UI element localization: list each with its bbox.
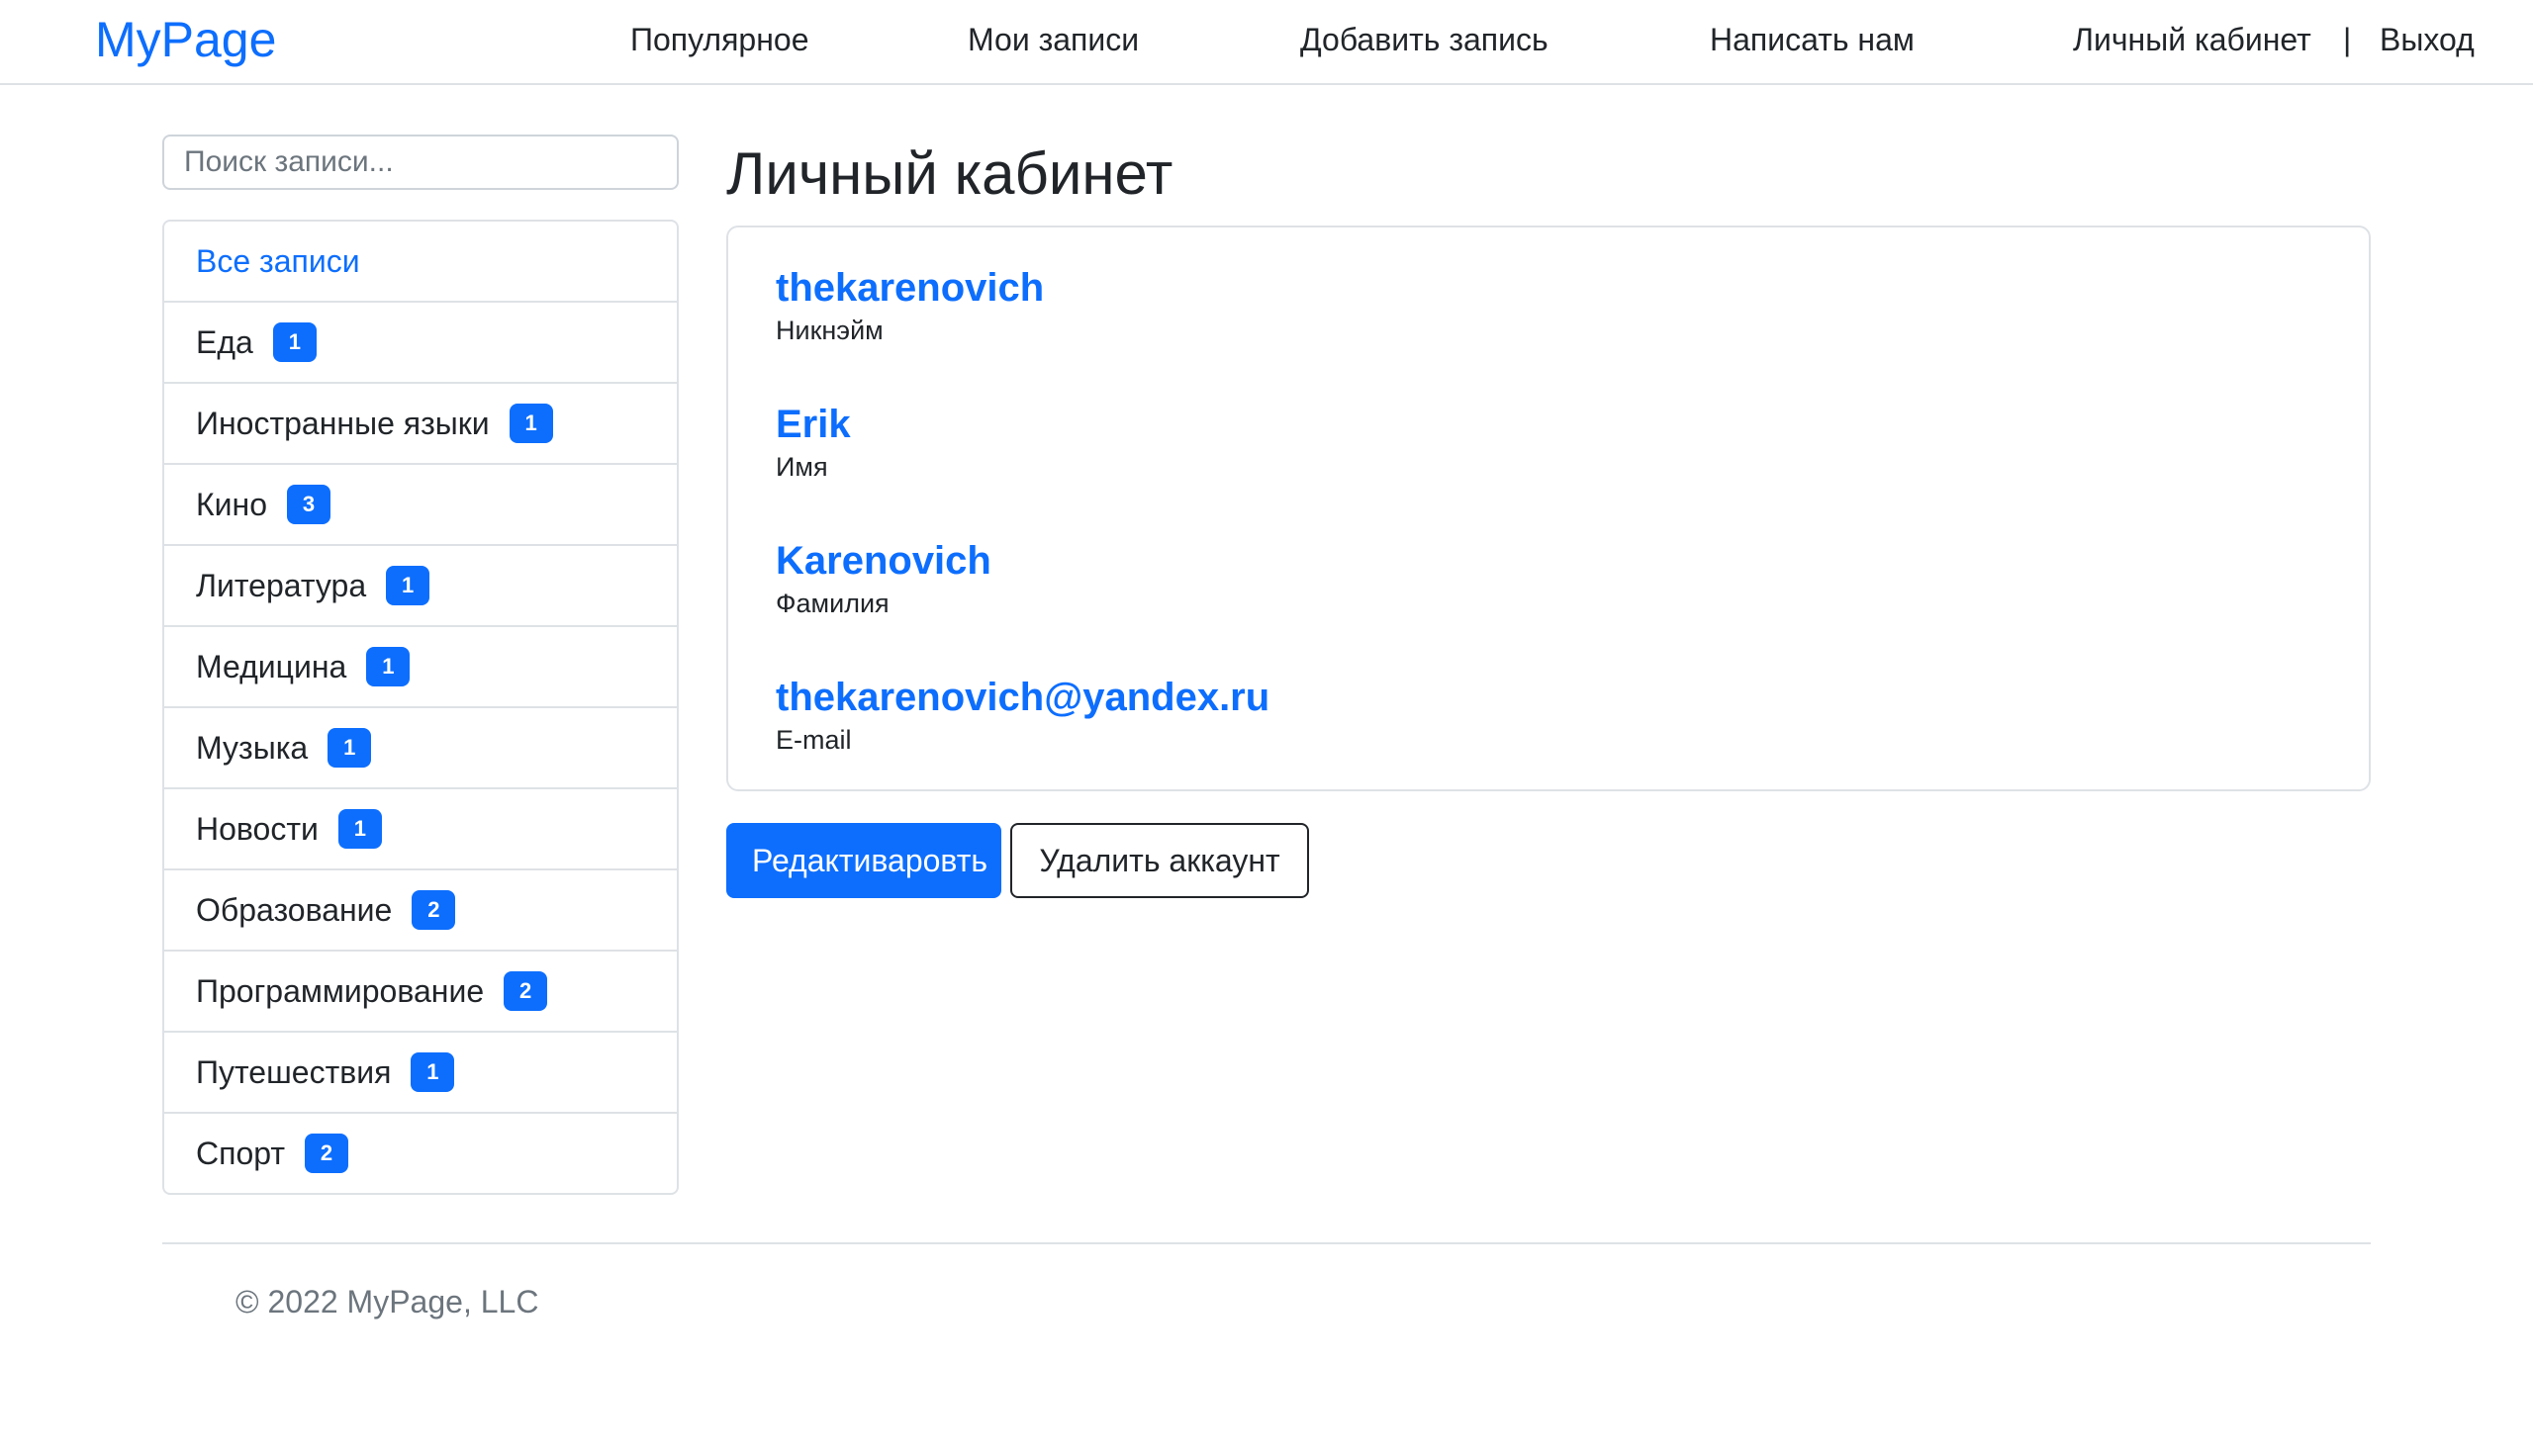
category-all-posts[interactable]: Все записи <box>164 222 677 303</box>
category-label: Спорт <box>196 1135 285 1171</box>
category-label: Путешествия <box>196 1053 392 1090</box>
profile-card: thekarenovich Никнэйм Erik Имя Karenovic… <box>726 226 2371 791</box>
nav-contact-us[interactable]: Написать нам <box>1710 20 1915 59</box>
nickname-label: Никнэйм <box>776 316 884 345</box>
footer-copyright: © 2022 MyPage, LLC <box>235 1284 539 1320</box>
category-item[interactable]: Литература 1 <box>164 546 677 627</box>
count-badge: 1 <box>272 322 317 362</box>
category-label: Кино <box>196 486 267 522</box>
email-label: E-mail <box>776 725 852 755</box>
first-name-value: Erik <box>776 403 851 446</box>
profile-field-email: thekarenovich@yandex.ru E-mail <box>776 673 2321 809</box>
nav-add-post[interactable]: Добавить запись <box>1300 20 1548 59</box>
last-name-value: Karenovich <box>776 539 991 583</box>
profile-field-nickname: thekarenovich Никнэйм <box>776 263 2321 400</box>
category-label: Еда <box>196 323 253 360</box>
search-input[interactable] <box>162 135 679 190</box>
nickname-value: thekarenovich <box>776 266 1045 310</box>
count-badge: 2 <box>504 971 548 1011</box>
category-item[interactable]: Музыка 1 <box>164 708 677 789</box>
category-item[interactable]: Путешествия 1 <box>164 1033 677 1114</box>
category-item[interactable]: Спорт 2 <box>164 1114 677 1193</box>
category-list: Все записи Еда 1 Иностранные языки 1 Кин… <box>162 220 679 1195</box>
first-name-label: Имя <box>776 452 828 482</box>
category-item[interactable]: Новости 1 <box>164 789 677 870</box>
nav-account[interactable]: Личный кабинет <box>2073 20 2311 59</box>
count-badge: 2 <box>304 1134 348 1173</box>
delete-account-button[interactable]: Удалить аккаунт <box>1010 823 1309 898</box>
email-value: thekarenovich@yandex.ru <box>776 676 1270 719</box>
count-badge: 1 <box>366 647 411 686</box>
category-item[interactable]: Программирование 2 <box>164 952 677 1033</box>
category-label: Иностранные языки <box>196 405 490 441</box>
count-badge: 1 <box>328 728 372 768</box>
count-badge: 1 <box>337 809 382 849</box>
category-item[interactable]: Образование 2 <box>164 870 677 952</box>
category-item[interactable]: Иностранные языки 1 <box>164 384 677 465</box>
category-label: Литература <box>196 567 367 603</box>
logo-link[interactable]: MyPage <box>95 10 276 69</box>
nav-popular[interactable]: Популярное <box>630 20 808 59</box>
page-title: Личный кабинет <box>726 140 1173 207</box>
footer-divider <box>162 1242 2371 1244</box>
count-badge: 1 <box>386 566 430 605</box>
category-label: Медицина <box>196 648 347 684</box>
category-label: Музыка <box>196 729 309 766</box>
nav-logout[interactable]: Выход <box>2380 20 2475 59</box>
top-navbar: MyPage Популярное Мои записи Добавить за… <box>0 0 2533 85</box>
nav-my-posts[interactable]: Мои записи <box>968 20 1139 59</box>
category-label: Новости <box>196 810 319 847</box>
count-badge: 1 <box>411 1052 455 1092</box>
category-item[interactable]: Еда 1 <box>164 303 677 384</box>
edit-profile-button[interactable]: Редактиваровть <box>726 823 1001 898</box>
category-label: Образование <box>196 891 393 928</box>
category-label: Все записи <box>196 242 360 279</box>
last-name-label: Фамилия <box>776 589 890 618</box>
nav-separator: | <box>2343 22 2352 57</box>
profile-field-first-name: Erik Имя <box>776 400 2321 536</box>
count-badge: 2 <box>412 890 456 930</box>
category-item[interactable]: Медицина 1 <box>164 627 677 708</box>
category-item[interactable]: Кино 3 <box>164 465 677 546</box>
category-label: Программирование <box>196 972 485 1009</box>
profile-field-last-name: Karenovich Фамилия <box>776 536 2321 673</box>
count-badge: 3 <box>286 485 330 524</box>
count-badge: 1 <box>509 404 553 443</box>
